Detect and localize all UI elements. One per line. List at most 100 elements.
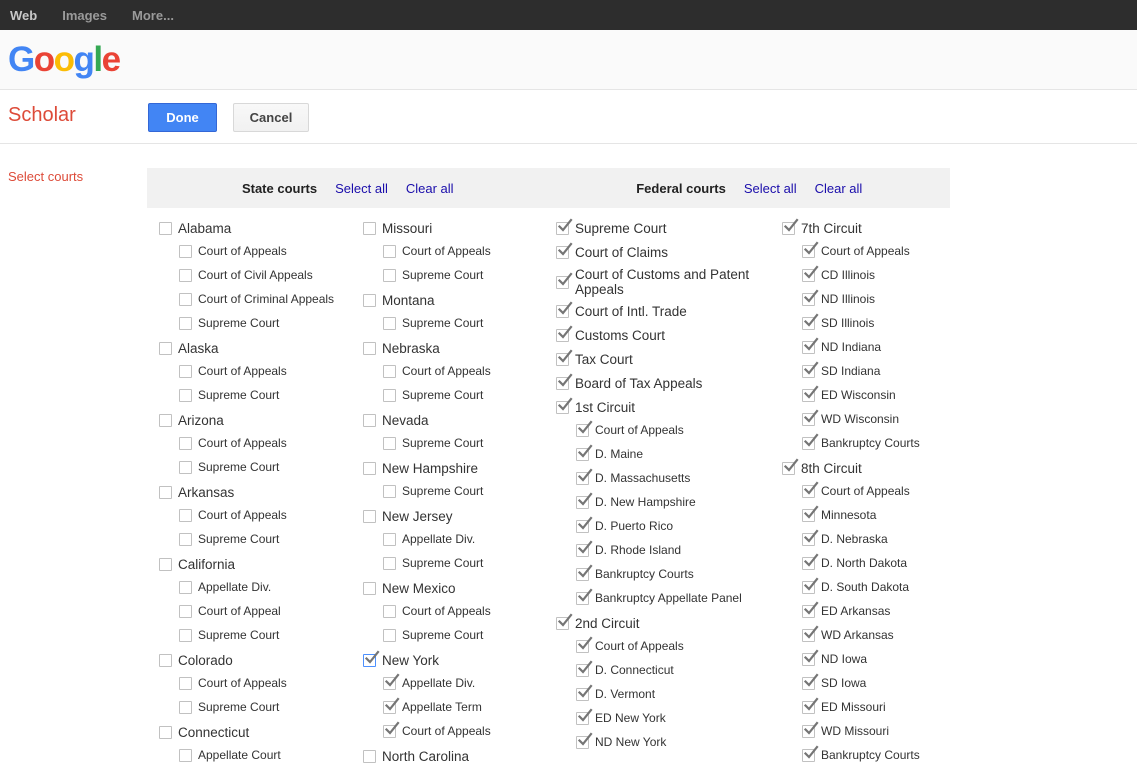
court-label[interactable]: New Hampshire	[382, 461, 478, 476]
checkbox-checked[interactable]	[383, 677, 396, 690]
checkbox-unchecked[interactable]	[383, 629, 396, 642]
court-label[interactable]: Court of Appeals	[402, 724, 491, 738]
checkbox-unchecked[interactable]	[179, 749, 192, 762]
court-label[interactable]: Supreme Court	[402, 556, 483, 570]
checkbox-unchecked[interactable]	[383, 605, 396, 618]
checkbox-unchecked[interactable]	[363, 510, 376, 523]
court-label[interactable]: New York	[382, 653, 439, 668]
checkbox-checked[interactable]	[576, 544, 589, 557]
court-label[interactable]: Alaska	[178, 341, 219, 356]
court-label[interactable]: Supreme Court	[198, 700, 279, 714]
checkbox-unchecked[interactable]	[179, 605, 192, 618]
checkbox-checked[interactable]	[782, 222, 795, 235]
checkbox-checked[interactable]	[576, 568, 589, 581]
court-label[interactable]: Supreme Court	[575, 221, 667, 236]
court-label[interactable]: Supreme Court	[198, 460, 279, 474]
checkbox-unchecked[interactable]	[179, 677, 192, 690]
court-label[interactable]: 8th Circuit	[801, 461, 862, 476]
court-label[interactable]: Nebraska	[382, 341, 440, 356]
cancel-button[interactable]: Cancel	[233, 103, 309, 132]
checkbox-unchecked[interactable]	[179, 389, 192, 402]
checkbox-checked[interactable]	[802, 725, 815, 738]
court-label[interactable]: Supreme Court	[402, 268, 483, 282]
checkbox-unchecked[interactable]	[179, 509, 192, 522]
scholar-brand[interactable]: Scholar	[8, 104, 76, 127]
checkbox-checked[interactable]	[802, 557, 815, 570]
checkbox-unchecked[interactable]	[383, 485, 396, 498]
checkbox-checked[interactable]	[576, 664, 589, 677]
checkbox-checked[interactable]	[363, 654, 376, 667]
checkbox-unchecked[interactable]	[179, 437, 192, 450]
checkbox-unchecked[interactable]	[159, 558, 172, 571]
court-label[interactable]: D. Nebraska	[821, 532, 888, 546]
checkbox-unchecked[interactable]	[179, 701, 192, 714]
checkbox-unchecked[interactable]	[363, 750, 376, 763]
court-label[interactable]: D. Massachusetts	[595, 471, 690, 485]
checkbox-checked[interactable]	[576, 592, 589, 605]
court-label[interactable]: Supreme Court	[402, 388, 483, 402]
checkbox-checked[interactable]	[802, 437, 815, 450]
court-label[interactable]: Alabama	[178, 221, 231, 236]
court-label[interactable]: 2nd Circuit	[575, 616, 640, 631]
checkbox-checked[interactable]	[802, 653, 815, 666]
checkbox-checked[interactable]	[802, 413, 815, 426]
checkbox-checked[interactable]	[802, 533, 815, 546]
checkbox-checked[interactable]	[802, 389, 815, 402]
checkbox-checked[interactable]	[556, 617, 569, 630]
court-label[interactable]: Tax Court	[575, 352, 633, 367]
checkbox-checked[interactable]	[556, 222, 569, 235]
court-label[interactable]: Customs Court	[575, 328, 665, 343]
checkbox-checked[interactable]	[802, 749, 815, 762]
court-label[interactable]: Supreme Court	[402, 316, 483, 330]
court-label[interactable]: SD Illinois	[821, 316, 874, 330]
checkbox-unchecked[interactable]	[383, 317, 396, 330]
court-label[interactable]: Missouri	[382, 221, 432, 236]
checkbox-unchecked[interactable]	[159, 222, 172, 235]
court-label[interactable]: Court of Claims	[575, 245, 668, 260]
checkbox-unchecked[interactable]	[159, 654, 172, 667]
checkbox-checked[interactable]	[576, 472, 589, 485]
checkbox-unchecked[interactable]	[383, 389, 396, 402]
court-label[interactable]: Nevada	[382, 413, 429, 428]
nav-more-link[interactable]: More...	[132, 8, 174, 23]
checkbox-checked[interactable]	[802, 605, 815, 618]
court-label[interactable]: Court of Appeals	[198, 244, 287, 258]
court-label[interactable]: Court of Appeal	[198, 604, 281, 618]
checkbox-checked[interactable]	[576, 424, 589, 437]
checkbox-unchecked[interactable]	[179, 365, 192, 378]
checkbox-checked[interactable]	[802, 245, 815, 258]
checkbox-checked[interactable]	[802, 341, 815, 354]
checkbox-checked[interactable]	[802, 581, 815, 594]
court-label[interactable]: Supreme Court	[402, 436, 483, 450]
checkbox-checked[interactable]	[802, 269, 815, 282]
checkbox-checked[interactable]	[383, 725, 396, 738]
court-label[interactable]: North Carolina	[382, 749, 469, 764]
checkbox-unchecked[interactable]	[383, 245, 396, 258]
checkbox-checked[interactable]	[556, 276, 569, 289]
court-label[interactable]: Supreme Court	[198, 532, 279, 546]
court-label[interactable]: Appellate Div.	[198, 580, 271, 594]
checkbox-unchecked[interactable]	[383, 269, 396, 282]
court-label[interactable]: New Mexico	[382, 581, 456, 596]
court-label[interactable]: 1st Circuit	[575, 400, 635, 415]
court-label[interactable]: Supreme Court	[198, 628, 279, 642]
checkbox-checked[interactable]	[576, 712, 589, 725]
court-label[interactable]: Court of Appeals	[198, 676, 287, 690]
checkbox-checked[interactable]	[556, 305, 569, 318]
checkbox-checked[interactable]	[576, 640, 589, 653]
checkbox-checked[interactable]	[556, 401, 569, 414]
checkbox-checked[interactable]	[802, 365, 815, 378]
court-label[interactable]: California	[178, 557, 235, 572]
checkbox-checked[interactable]	[576, 496, 589, 509]
court-label[interactable]: Arizona	[178, 413, 224, 428]
court-label[interactable]: ED Arkansas	[821, 604, 890, 618]
court-label[interactable]: CD Illinois	[821, 268, 875, 282]
checkbox-unchecked[interactable]	[159, 486, 172, 499]
court-label[interactable]: Court of Appeals	[821, 484, 910, 498]
court-label[interactable]: ND Indiana	[821, 340, 881, 354]
checkbox-unchecked[interactable]	[383, 437, 396, 450]
checkbox-unchecked[interactable]	[179, 293, 192, 306]
court-label[interactable]: Court of Appeals	[402, 604, 491, 618]
checkbox-unchecked[interactable]	[383, 365, 396, 378]
checkbox-checked[interactable]	[576, 520, 589, 533]
